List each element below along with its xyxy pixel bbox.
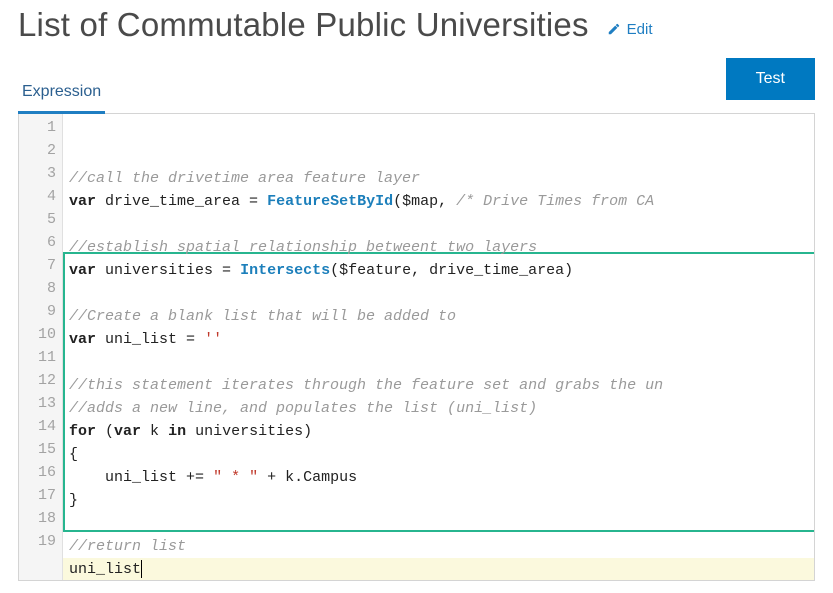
code-token	[258, 193, 267, 210]
pencil-icon	[607, 22, 621, 36]
code-line[interactable]: for (var k in universities)	[63, 420, 814, 443]
code-token: $feature	[339, 262, 411, 279]
code-token: ,	[438, 193, 456, 210]
code-token: /* Drive Times from CA	[456, 193, 663, 210]
line-number: 3	[21, 162, 56, 185]
code-line[interactable]	[63, 213, 814, 236]
line-number: 4	[21, 185, 56, 208]
code-token: {	[69, 446, 78, 463]
code-token: (	[96, 423, 114, 440]
code-editor[interactable]: 12345678910111213141516171819 //call the…	[18, 114, 815, 581]
line-number: 8	[21, 277, 56, 300]
code-token: uni_list	[69, 561, 141, 578]
code-token: for	[69, 423, 96, 440]
code-token	[231, 262, 240, 279]
code-line[interactable]: //Create a blank list that will be added…	[63, 305, 814, 328]
code-line[interactable]	[63, 512, 814, 535]
tab-expression[interactable]: Expression	[18, 75, 105, 114]
code-token: var	[69, 331, 96, 348]
line-number: 11	[21, 346, 56, 369]
code-token: (	[393, 193, 402, 210]
edit-button[interactable]: Edit	[607, 21, 653, 38]
line-number: 1	[21, 116, 56, 139]
code-token: in	[168, 423, 186, 440]
code-line[interactable]: //return list	[63, 535, 814, 558]
code-token: , drive_time_area	[411, 262, 564, 279]
code-token: =	[186, 331, 195, 348]
code-line[interactable]: //establish spatial relationship between…	[63, 236, 814, 259]
gutter: 12345678910111213141516171819	[19, 114, 63, 580]
page-title: List of Commutable Public Universities	[18, 6, 589, 44]
test-button[interactable]: Test	[726, 58, 815, 100]
code-token: +=	[186, 469, 204, 486]
code-token: k	[141, 423, 168, 440]
line-number: 7	[21, 254, 56, 277]
code-line[interactable]	[63, 351, 814, 374]
line-number: 12	[21, 369, 56, 392]
text-cursor	[141, 560, 142, 578]
code-line[interactable]: uni_list	[63, 558, 814, 580]
code-line[interactable]: }	[63, 489, 814, 512]
code-line[interactable]: uni_list += " * " + k.Campus	[63, 466, 814, 489]
code-token: =	[249, 193, 258, 210]
line-number: 6	[21, 231, 56, 254]
code-line[interactable]: //call the drivetime area feature layer	[63, 167, 814, 190]
code-token: //establish spatial relationship between…	[69, 239, 537, 256]
code-token: )	[564, 262, 573, 279]
code-token: FeatureSetById	[267, 193, 393, 210]
code-area[interactable]: //call the drivetime area feature layer v…	[63, 114, 814, 580]
line-number: 10	[21, 323, 56, 346]
code-token: drive_time_area	[96, 193, 249, 210]
code-line[interactable]: //adds a new line, and populates the lis…	[63, 397, 814, 420]
code-token: //Create a blank list that will be added…	[69, 308, 456, 325]
code-token: //adds a new line, and populates the lis…	[69, 400, 537, 417]
edit-label: Edit	[627, 21, 653, 38]
code-token: //call the drivetime area feature layer	[69, 170, 420, 187]
code-token: (	[330, 262, 339, 279]
code-line[interactable]: //this statement iterates through the fe…	[63, 374, 814, 397]
code-token: $map	[402, 193, 438, 210]
code-token: var	[69, 193, 96, 210]
line-number: 19	[21, 530, 56, 553]
code-token: )	[303, 423, 312, 440]
code-token: " * "	[213, 469, 258, 486]
line-number: 13	[21, 392, 56, 415]
code-line[interactable]: var drive_time_area = FeatureSetById($ma…	[63, 190, 814, 213]
code-line[interactable]: var universities = Intersects($feature, …	[63, 259, 814, 282]
tabs-row: Expression Test	[18, 58, 815, 114]
code-token	[195, 331, 204, 348]
code-token: }	[69, 492, 78, 509]
code-token	[204, 469, 213, 486]
code-token: var	[114, 423, 141, 440]
code-token: uni_list	[96, 331, 186, 348]
line-number: 14	[21, 415, 56, 438]
code-token: Intersects	[240, 262, 330, 279]
code-token	[258, 469, 267, 486]
line-number: 9	[21, 300, 56, 323]
code-token: k.Campus	[276, 469, 357, 486]
code-token: //this statement iterates through the fe…	[69, 377, 663, 394]
code-token: //return list	[69, 538, 186, 555]
tabs: Expression	[18, 75, 105, 113]
code-token: ''	[204, 331, 222, 348]
line-number: 16	[21, 461, 56, 484]
code-token: var	[69, 262, 96, 279]
line-number: 15	[21, 438, 56, 461]
line-number: 18	[21, 507, 56, 530]
line-number: 2	[21, 139, 56, 162]
line-number: 5	[21, 208, 56, 231]
code-token: uni_list	[69, 469, 186, 486]
code-line[interactable]: var uni_list = ''	[63, 328, 814, 351]
code-token: +	[267, 469, 276, 486]
code-token: universities	[186, 423, 303, 440]
code-token: universities	[96, 262, 222, 279]
editor-scroll[interactable]: 12345678910111213141516171819 //call the…	[19, 114, 814, 580]
code-token: =	[222, 262, 231, 279]
header: List of Commutable Public Universities E…	[18, 0, 815, 58]
editor-inner: 12345678910111213141516171819 //call the…	[19, 114, 814, 580]
code-line[interactable]	[63, 282, 814, 305]
code-line[interactable]: {	[63, 443, 814, 466]
line-number: 17	[21, 484, 56, 507]
